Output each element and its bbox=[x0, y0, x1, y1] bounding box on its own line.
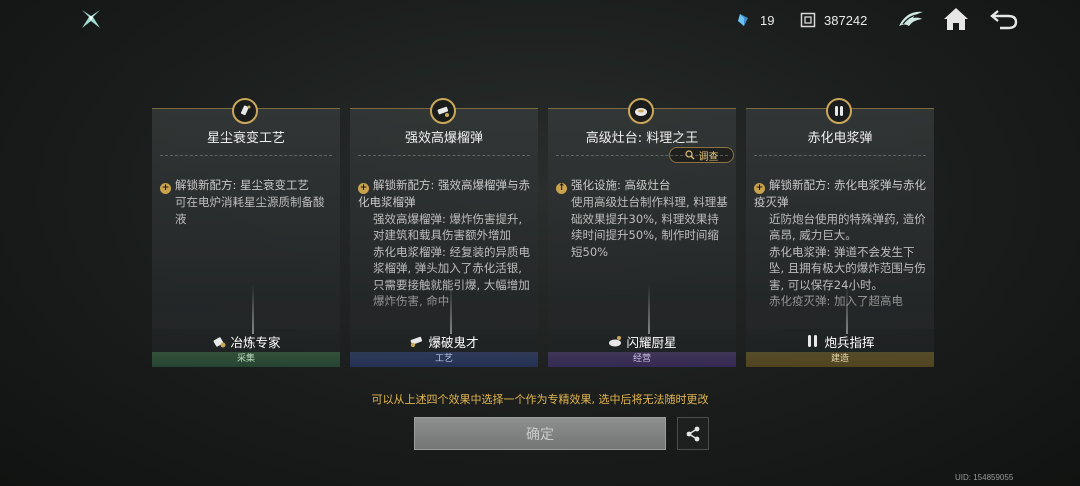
plasma-shell-badge-icon bbox=[826, 98, 852, 124]
back-arrow-icon[interactable] bbox=[990, 6, 1018, 32]
card-lead: 强化设施: 高级灶台 bbox=[571, 178, 671, 192]
confirm-button[interactable]: 确定 bbox=[414, 417, 666, 450]
cooking-badge-icon bbox=[628, 98, 654, 124]
card-role: 炮兵指挥 bbox=[746, 331, 934, 351]
card-divider bbox=[754, 155, 926, 156]
specialty-card-plasma[interactable]: 赤化电浆弹 + 解锁新配方: 赤化电浆弹与赤化疫灭弹 近防炮台使用的特殊弹药, 造… bbox=[746, 98, 934, 367]
card-divider bbox=[358, 155, 530, 156]
uid-label: UID: 154859055 bbox=[955, 473, 1014, 482]
home-icon[interactable] bbox=[942, 6, 970, 32]
demolition-icon bbox=[411, 336, 423, 348]
crystal-count: 19 bbox=[760, 12, 775, 28]
card-title: 星尘衰变工艺 bbox=[206, 131, 285, 146]
crystal-icon bbox=[738, 14, 748, 26]
card-title: 赤化电浆弹 bbox=[807, 131, 873, 146]
grenade-badge-icon bbox=[430, 98, 456, 124]
coin-icon bbox=[800, 12, 816, 28]
role-label: 炮兵指挥 bbox=[824, 334, 875, 350]
plus-bullet-icon: + bbox=[754, 183, 765, 194]
upgrade-bullet-icon: ↑ bbox=[556, 183, 567, 194]
category-tag: 建造 bbox=[746, 352, 934, 367]
crystal-counter: 19 bbox=[736, 11, 774, 29]
share-icon bbox=[686, 426, 700, 441]
coin-counter: 387242 bbox=[800, 11, 867, 29]
card-title: 强效高爆榴弹 bbox=[404, 131, 483, 146]
role-label: 冶炼专家 bbox=[230, 334, 281, 350]
specialty-card-stardust[interactable]: 星尘衰变工艺 + 解锁新配方: 星尘衰变工艺 可在电炉消耗星尘源质制备酸液 冶炼专… bbox=[152, 98, 340, 367]
card-body: 可在电炉消耗星尘源质制备酸液 bbox=[175, 195, 325, 226]
logo-icon[interactable] bbox=[80, 8, 102, 30]
card-divider bbox=[160, 155, 332, 156]
card-role: 闪耀厨星 bbox=[548, 331, 736, 351]
category-tag: 工艺 bbox=[350, 352, 538, 367]
plus-bullet-icon: + bbox=[358, 183, 369, 194]
coin-count: 387242 bbox=[824, 12, 868, 28]
card-role: 爆破鬼才 bbox=[350, 331, 538, 351]
card-role: 冶炼专家 bbox=[152, 331, 340, 351]
specialty-card-cooking[interactable]: 高级灶台: 料理之王 调查 ↑ 强化设施: 高级灶台 使用高级灶台制作料理, 料理… bbox=[548, 98, 736, 367]
card-title: 高级灶台: 料理之王 bbox=[585, 131, 699, 146]
card-lead: 解锁新配方: 强效高爆榴弹与赤化电浆榴弹 bbox=[358, 178, 531, 209]
role-label: 闪耀厨星 bbox=[626, 334, 677, 350]
category-tag: 经营 bbox=[548, 352, 736, 367]
category-tag: 采集 bbox=[152, 352, 340, 367]
smelter-icon bbox=[214, 337, 226, 348]
plus-bullet-icon: + bbox=[160, 183, 171, 194]
specialty-card-grenade[interactable]: 强效高爆榴弹 + 解锁新配方: 强效高爆榴弹与赤化电浆榴弹 强效高爆榴弹: 爆炸伤… bbox=[350, 98, 538, 367]
card-lead: 解锁新配方: 赤化电浆弹与赤化疫灭弹 bbox=[754, 178, 927, 209]
share-button[interactable] bbox=[677, 417, 709, 450]
artillery-shell-icon bbox=[808, 335, 818, 347]
card-lead: 解锁新配方: 星尘衰变工艺 bbox=[175, 178, 310, 192]
wing-emblem-icon[interactable] bbox=[897, 6, 925, 32]
card-body: 使用高级灶台制作料理, 料理基础效果提升30%, 料理效果持续时间提升50%, … bbox=[571, 195, 728, 259]
stardust-badge-icon bbox=[232, 98, 258, 124]
selection-hint: 可以从上述四个效果中选择一个作为专精效果, 选中后将无法随时更改 bbox=[371, 393, 709, 406]
card-divider bbox=[556, 155, 728, 156]
role-label: 爆破鬼才 bbox=[428, 334, 479, 350]
top-bar: 19 387242 bbox=[0, 0, 1080, 40]
chef-icon bbox=[609, 336, 622, 347]
